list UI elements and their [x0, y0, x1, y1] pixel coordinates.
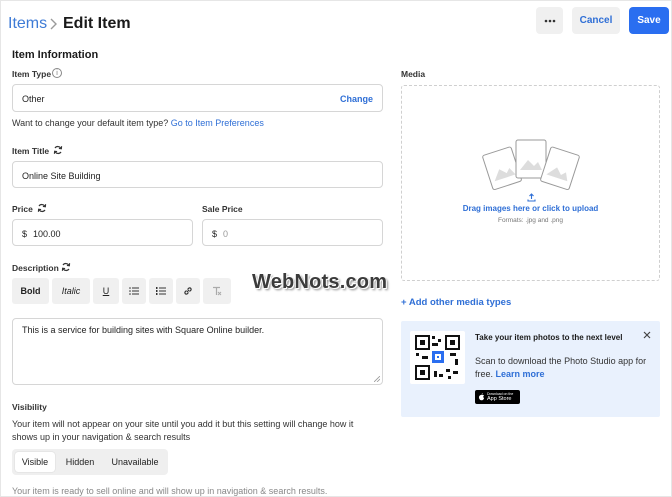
promo-title: Take your item photos to the next level [475, 333, 623, 342]
cancel-button[interactable]: Cancel [572, 7, 620, 34]
qr-code-icon [415, 335, 460, 380]
price-currency: $ [22, 229, 28, 239]
media-upload-dropzone[interactable]: Drag images here or click to upload Form… [401, 85, 660, 281]
visibility-segmented-control: Visible Hidden Unavailable [12, 449, 168, 475]
save-button[interactable]: Save [629, 7, 669, 34]
page-title: Edit Item [63, 15, 131, 32]
bold-button[interactable]: Bold [12, 278, 49, 304]
close-icon[interactable] [643, 331, 651, 339]
upload-text[interactable]: Drag images here or click to upload [402, 204, 659, 213]
bulleted-list-button[interactable] [122, 278, 146, 304]
sync-icon[interactable] [61, 262, 71, 272]
section-title: Item Information [12, 49, 99, 61]
link-icon [184, 287, 192, 295]
app-store-big: App Store [487, 396, 512, 402]
more-dots-icon [544, 19, 555, 22]
sale-price-input[interactable]: $ 0 [202, 219, 383, 246]
visibility-help-2: shows up in your navigation & search res… [12, 432, 191, 442]
item-type-field[interactable]: Other Change [12, 84, 383, 112]
item-title-value: Online Site Building [22, 171, 101, 181]
change-item-type-link[interactable]: Change [340, 94, 373, 104]
promo-body-2: free. [475, 369, 494, 379]
watermark-text: WebNots.com [252, 271, 388, 293]
price-label: Price [12, 204, 33, 214]
item-title-label: Item Title [12, 146, 50, 156]
sale-price-placeholder: 0 [223, 229, 229, 239]
italic-button[interactable]: Italic [52, 278, 90, 304]
visibility-footer: Your item is ready to sell online and wi… [12, 486, 328, 496]
clear-format-button[interactable] [203, 278, 231, 304]
media-label: Media [401, 69, 426, 79]
link-button[interactable] [176, 278, 200, 304]
item-type-hint: Want to change your default item type? G… [12, 118, 264, 128]
apple-logo-icon [479, 393, 484, 401]
item-type-value: Other [22, 94, 45, 104]
description-label: Description [12, 263, 59, 273]
sale-price-currency: $ [212, 229, 218, 239]
visibility-option-hidden[interactable]: Hidden [60, 452, 100, 472]
visibility-label: Visibility [12, 402, 47, 412]
bulleted-list-icon [129, 287, 139, 295]
learn-more-link[interactable]: Learn more [496, 369, 545, 379]
promo-body-line-2: free. Learn more [475, 369, 545, 379]
sale-price-label: Sale Price [202, 204, 243, 214]
sync-icon[interactable] [53, 145, 63, 155]
underline-button[interactable]: U [93, 278, 119, 304]
upload-icon [527, 193, 536, 202]
app-store-badge[interactable]: Download on the App Store [475, 390, 520, 404]
info-icon[interactable]: i [52, 68, 62, 78]
description-textarea[interactable]: This is a service for building sites wit… [12, 318, 383, 385]
breadcrumb-items[interactable]: Items [8, 15, 47, 33]
upload-formats: Formats: .jpg and .png [497, 217, 564, 224]
qr-code [410, 331, 465, 384]
edit-item-page: Items Edit Item Cancel Save Item Informa… [0, 0, 672, 497]
clear-format-icon [213, 286, 222, 296]
item-title-input[interactable]: Online Site Building [12, 161, 383, 188]
price-value: 100.00 [33, 229, 61, 239]
chevron-right-icon [50, 18, 57, 30]
numbered-list-button[interactable] [149, 278, 173, 304]
promo-body: Scan to download the Photo Studio app fo… [475, 356, 647, 366]
visibility-option-visible[interactable]: Visible [15, 452, 55, 472]
visibility-help: Your item will not appear on your site u… [12, 419, 354, 429]
resize-handle-icon[interactable] [374, 376, 380, 382]
description-value: This is a service for building sites wit… [22, 325, 265, 335]
item-type-label: Item Type [12, 69, 52, 79]
item-type-hint-text: Want to change your default item type? [12, 118, 169, 128]
add-other-media-link[interactable]: + Add other media types [401, 297, 511, 308]
item-preferences-link[interactable]: Go to Item Preferences [171, 118, 264, 128]
more-options-button[interactable] [536, 7, 563, 34]
numbered-list-icon [156, 287, 166, 295]
sync-icon[interactable] [37, 203, 47, 213]
photo-studio-promo: Take your item photos to the next level … [401, 321, 660, 417]
visibility-option-unavailable[interactable]: Unavailable [106, 452, 164, 472]
photos-illustration-icon [482, 139, 580, 191]
price-input[interactable]: $ 100.00 [12, 219, 193, 246]
